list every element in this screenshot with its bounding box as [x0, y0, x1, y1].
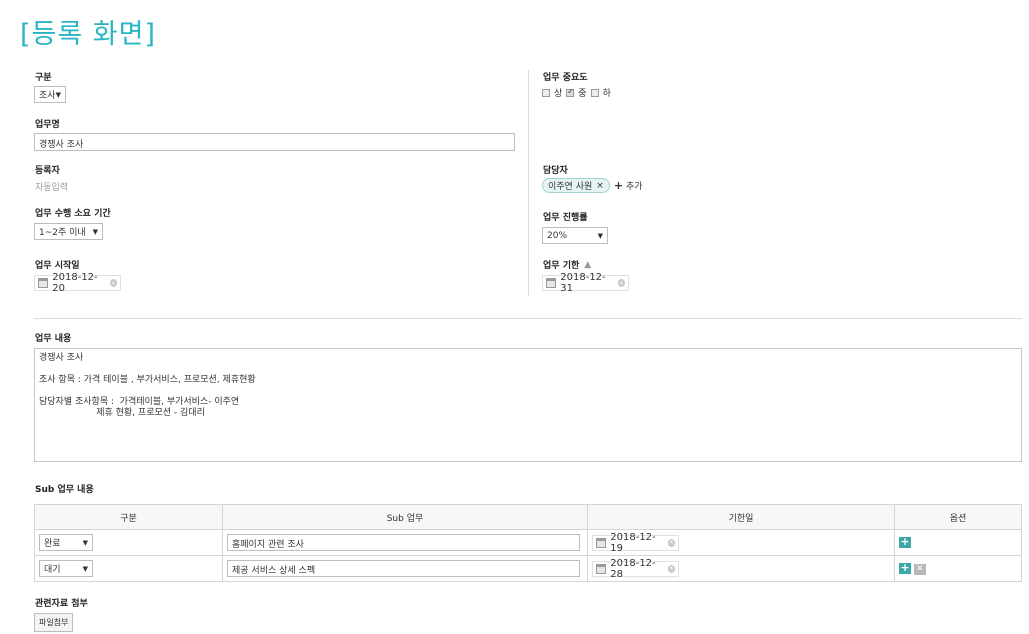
assignee-label: 담당자 — [543, 166, 568, 176]
importance-mid-checkbox[interactable] — [566, 87, 575, 97]
options-cell: + — [894, 529, 1022, 556]
duration-select[interactable]: 1~2주 이내 ▼ — [34, 223, 103, 240]
importance-low-checkbox[interactable] — [590, 88, 599, 97]
options-cell: + ✕ — [894, 555, 1022, 582]
due-date-field[interactable]: 2018-12-31 × — [542, 272, 629, 294]
remove-icon[interactable]: × — [596, 181, 604, 191]
category-select-value: 조사 — [39, 91, 56, 101]
importance-label: 업무 중요도 — [543, 73, 588, 83]
table-row: 대기 ▼ 제공 서비스 상세 스펙 2018-12-28 × + ✕ — [34, 555, 1022, 582]
due-date-header: 업무 기한 ▲ — [543, 258, 592, 272]
sub-tasks-label: Sub 업무 내용 — [35, 485, 94, 495]
calendar-icon[interactable] — [596, 563, 607, 574]
registrant-value: 자동입력 — [35, 183, 69, 193]
assignee-field: 이주연 사원 × + 추가 — [542, 178, 643, 193]
dropdown-arrow-icon: ▼ — [55, 90, 61, 99]
progress-select[interactable]: 20% ▼ — [542, 227, 608, 244]
calendar-icon[interactable] — [38, 278, 49, 288]
file-attach-button[interactable]: 파일첨부 — [34, 613, 74, 632]
add-assignee-button[interactable]: + 추가 — [614, 179, 643, 192]
start-date-field[interactable]: 2018-12-20 × — [34, 272, 121, 294]
dropdown-arrow-icon: ▼ — [82, 538, 88, 547]
sub-task-date-value: 2018-12-28 — [610, 557, 656, 580]
add-row-button[interactable]: + — [899, 562, 911, 574]
bell-icon: ▲ — [584, 259, 592, 270]
dropdown-arrow-icon: ▼ — [597, 231, 603, 240]
duration-label: 업무 수행 소요 기간 — [35, 209, 111, 219]
page-title: [등록 화면] — [20, 19, 157, 50]
due-date-value: 2018-12-31 — [560, 272, 606, 294]
content-textarea[interactable]: 경쟁사 조사 조사 항목 : 가격 테이블 , 부가서비스, 프로모션, 제휴현… — [34, 348, 1022, 462]
status-cell: 대기 ▼ — [34, 555, 223, 582]
due-date-label: 업무 기한 — [543, 261, 580, 271]
date-cell: 2018-12-28 × — [587, 555, 895, 582]
assignee-chip[interactable]: 이주연 사원 × — [542, 178, 610, 193]
calendar-icon[interactable] — [596, 537, 607, 548]
task-cell: 홈페이지 관련 조사 — [222, 529, 588, 556]
status-select[interactable]: 대기 ▼ — [39, 560, 93, 577]
add-row-button[interactable]: + — [899, 536, 911, 548]
sub-task-input[interactable]: 제공 서비스 상세 스펙 — [227, 560, 580, 577]
table-header-row: 구분 Sub 업무 기한일 옵션 — [34, 504, 1022, 530]
assignee-chip-label: 이주연 사원 — [548, 182, 593, 192]
start-date-label: 업무 시작일 — [35, 261, 80, 271]
delete-row-button[interactable]: ✕ — [913, 563, 926, 575]
clear-icon[interactable]: × — [617, 279, 625, 287]
status-cell: 완료 ▼ — [34, 529, 223, 556]
header-category: 구분 — [34, 504, 223, 530]
table-row: 완료 ▼ 홈페이지 관련 조사 2018-12-19 × + — [34, 529, 1022, 556]
section-divider — [34, 318, 1022, 319]
importance-high-checkbox[interactable] — [542, 88, 550, 97]
header-options: 옵션 — [894, 504, 1022, 530]
task-cell: 제공 서비스 상세 스펙 — [222, 555, 588, 582]
category-select[interactable]: 조사 ▼ — [34, 86, 66, 103]
sub-task-date-field[interactable]: 2018-12-19 × — [592, 531, 679, 554]
sub-task-date-field[interactable]: 2018-12-28 × — [592, 557, 679, 580]
header-due-date: 기한일 — [587, 504, 895, 530]
column-divider — [528, 70, 529, 296]
attachment-label: 관련자료 첨부 — [35, 599, 88, 609]
registrant-label: 등록자 — [35, 166, 60, 176]
sub-tasks-table: 구분 Sub 업무 기한일 옵션 완료 ▼ 홈페이지 관련 조사 2018-12-… — [34, 504, 1022, 582]
sub-task-date-value: 2018-12-19 — [610, 531, 656, 554]
dropdown-arrow-icon: ▼ — [92, 227, 98, 236]
start-date-value: 2018-12-20 — [52, 272, 98, 294]
progress-select-value: 20% — [547, 230, 568, 241]
date-cell: 2018-12-19 × — [587, 529, 895, 556]
sub-task-input[interactable]: 홈페이지 관련 조사 — [227, 534, 580, 551]
content-label: 업무 내용 — [35, 334, 72, 344]
importance-mid-label: 중 — [578, 89, 587, 99]
dropdown-arrow-icon: ▼ — [82, 564, 88, 573]
clear-icon[interactable]: × — [109, 279, 117, 287]
task-name-label: 업무명 — [35, 120, 60, 130]
add-assignee-label: 추가 — [626, 182, 643, 192]
importance-options: 상 중 하 — [542, 86, 611, 99]
clear-icon[interactable]: × — [667, 538, 675, 547]
importance-low-label: 하 — [602, 89, 611, 99]
plus-icon: + — [613, 179, 624, 192]
category-label: 구분 — [35, 73, 52, 83]
status-value: 대기 — [44, 565, 61, 575]
progress-label: 업무 진행률 — [543, 213, 588, 223]
importance-high-label: 상 — [554, 89, 563, 99]
clear-icon[interactable]: × — [667, 564, 675, 573]
task-name-input[interactable]: 경쟁사 조사 — [34, 133, 515, 151]
status-select[interactable]: 완료 ▼ — [39, 534, 93, 551]
duration-select-value: 1~2주 이내 — [39, 228, 86, 238]
status-value: 완료 — [44, 539, 61, 549]
calendar-icon[interactable] — [546, 278, 557, 288]
header-sub-task: Sub 업무 — [222, 504, 588, 530]
